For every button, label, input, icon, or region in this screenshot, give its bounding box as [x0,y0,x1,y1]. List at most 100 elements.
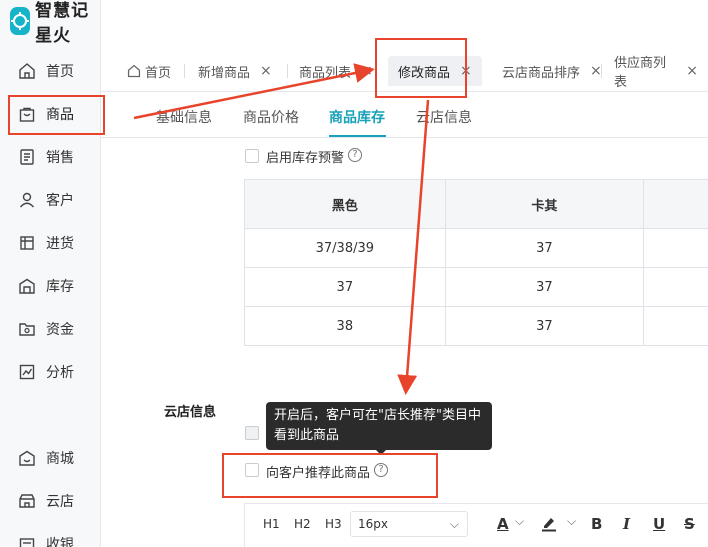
chart-icon [19,364,35,380]
subtab-cloud-info[interactable]: 云店信息 [416,107,472,127]
tooltip: 开启后，客户可在"店长推荐"类目中看到此商品 [266,402,492,450]
sidebar-item-sales[interactable]: 销售 [10,139,94,175]
sidebar-item-mall[interactable]: 商城 [10,440,94,476]
home-icon [127,64,141,78]
column-header: 卡其 [444,179,645,229]
annotation-box-recommend [222,453,438,498]
user-icon [19,192,35,208]
tab-label: 供应商列表 [614,56,667,90]
sidebar-item-customers[interactable]: 客户 [10,182,94,218]
tab-divider [184,64,185,78]
cloud-store-icon [19,494,35,508]
heading-3-button[interactable]: H3 [325,517,342,531]
brand-name: 智慧记星火 [35,1,90,46]
app-window: 智慧记星火 首页 商品 销售 客户 进货 库存 资金 分析 商城 云店 收银 首… [0,0,708,547]
table-cell[interactable]: 37 [444,306,645,346]
table-header-row: 黑色 卡其 [244,179,708,229]
sidebar-item-cashier[interactable]: 收银 [10,526,94,547]
tab-supplier-list[interactable]: 供应商列表 × [604,56,708,90]
subtab-goods-stock[interactable]: 商品库存 [329,107,385,127]
tab-cloud-goods-sort[interactable]: 云店商品排序 × [492,56,612,86]
sidebar-item-label: 进货 [46,236,74,252]
tab-label: 首页 [145,65,172,81]
sales-icon [20,149,34,165]
heading-1-button[interactable]: H1 [263,517,280,531]
sidebar-item-analysis[interactable]: 分析 [10,354,94,390]
sidebar-item-purchase[interactable]: 进货 [10,225,94,261]
italic-button[interactable]: I [623,515,630,533]
subtab-goods-price[interactable]: 商品价格 [243,107,299,127]
active-subtab-indicator [329,135,386,137]
underline-button[interactable]: U [653,515,665,533]
column-header [643,179,708,229]
table-row: 37 37 [244,267,708,307]
cashier-icon [19,538,35,547]
purchase-icon [20,236,34,250]
tab-goods-list[interactable]: 商品列表 × [289,56,383,86]
table-cell [643,267,708,307]
help-icon[interactable]: ? [348,148,362,162]
chevron-down-icon[interactable]: ⌵ [567,514,576,529]
home-icon [19,63,35,79]
close-icon[interactable]: × [260,63,272,79]
hidden-option-checkbox[interactable] [245,426,259,440]
font-color-button[interactable]: A [497,515,509,533]
rich-text-toolbar: H1 H2 H3 16px ⌵ A ⌵ ⌵ B I U S [244,503,708,547]
font-size-select[interactable]: 16px ⌵ [350,511,468,537]
table-cell: 38 [244,306,446,346]
stock-warning-label: 启用库存预警 [266,151,345,166]
close-icon[interactable]: × [361,63,373,79]
table-cell[interactable]: 37 [444,267,645,307]
sidebar-item-cloud-store[interactable]: 云店 [10,483,94,519]
stock-table: 黑色 卡其 37/38/39 37 37 37 38 37 [244,179,708,346]
column-header: 黑色 [244,179,446,229]
sidebar: 智慧记星火 首页 商品 销售 客户 进货 库存 资金 分析 商城 云店 收银 [0,0,101,547]
table-cell: 37 [244,267,446,307]
shop-icon [19,450,35,466]
close-icon[interactable]: × [590,63,602,79]
stock-warning-checkbox[interactable] [245,149,259,163]
sidebar-item-funds[interactable]: 资金 [10,311,94,347]
chevron-down-icon[interactable]: ⌵ [515,514,524,529]
folder-icon [19,323,35,336]
tab-label: 新增商品 [198,65,251,81]
table-cell [643,228,708,268]
sidebar-item-home[interactable]: 首页 [10,53,94,89]
bold-button[interactable]: B [591,515,602,533]
sidebar-item-label: 分析 [46,365,74,381]
table-row: 38 37 [244,306,708,346]
chevron-down-icon: ⌵ [449,517,459,531]
tab-divider [287,64,288,78]
subtab-basic-info[interactable]: 基础信息 [156,107,212,127]
warehouse-icon [19,278,35,294]
font-size-value: 16px [358,517,388,531]
table-cell: 37/38/39 [244,228,446,268]
sidebar-item-label: 资金 [46,322,74,338]
tab-label: 云店商品排序 [502,65,581,81]
sidebar-item-label: 商城 [46,451,74,467]
tab-home[interactable]: 首页 [117,56,181,86]
table-cell [643,306,708,346]
tab-new-goods[interactable]: 新增商品 × [188,56,282,86]
tab-label: 商品列表 [299,65,352,81]
sidebar-item-label: 客户 [46,193,74,209]
heading-2-button[interactable]: H2 [294,517,311,531]
tab-divider [601,64,602,78]
sidebar-item-label: 云店 [46,494,74,510]
annotation-box-edit-tab [375,38,467,98]
sidebar-item-label: 首页 [46,64,74,80]
sidebar-item-inventory[interactable]: 库存 [10,268,94,304]
sub-tab-bar: 基础信息 商品价格 商品库存 云店信息 [101,92,708,138]
highlighter-icon [542,518,556,532]
logo-icon [10,7,31,35]
table-cell[interactable]: 37 [444,228,645,268]
sidebar-item-label: 销售 [46,150,74,166]
close-icon[interactable]: × [686,63,698,79]
sidebar-item-label: 库存 [46,279,74,295]
strikethrough-button[interactable]: S [684,515,695,533]
section-title-cloud-info: 云店信息 [164,405,217,420]
highlight-color-button[interactable] [541,515,557,536]
annotation-box-goods [8,95,105,135]
table-row: 37/38/39 37 [244,228,708,268]
brand: 智慧记星火 [10,1,100,46]
